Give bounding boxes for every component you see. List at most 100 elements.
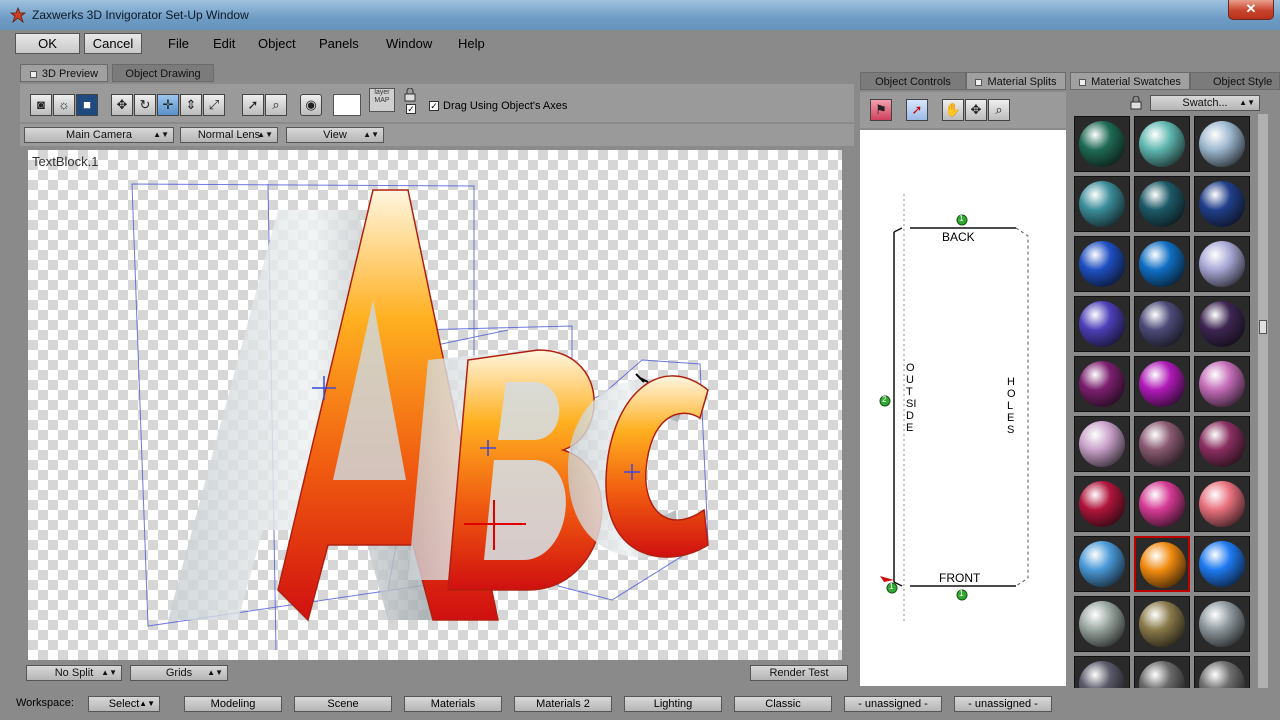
material-swatch[interactable]	[1194, 416, 1250, 472]
menu-help[interactable]: Help	[458, 36, 485, 51]
material-swatch[interactable]	[1194, 536, 1250, 592]
material-swatch[interactable]	[1074, 296, 1130, 352]
zoom-icon[interactable]: ⌕	[265, 94, 287, 116]
split-marker-front[interactable]: 1	[959, 589, 963, 598]
split-label-holes: HOLES	[1007, 376, 1016, 436]
object-cube-icon[interactable]: ■	[76, 94, 98, 116]
swatch-grid	[1070, 114, 1258, 688]
material-swatch[interactable]	[1074, 116, 1130, 172]
material-swatch[interactable]	[1134, 656, 1190, 688]
material-sphere	[1199, 121, 1245, 167]
material-swatch[interactable]	[1074, 176, 1130, 232]
rotate-icon[interactable]: ↻	[134, 94, 156, 116]
material-swatch[interactable]	[1194, 476, 1250, 532]
scale-icon[interactable]: ⤢	[203, 94, 225, 116]
background-color-swatch[interactable]	[333, 94, 361, 116]
material-swatch[interactable]	[1074, 656, 1130, 688]
pointer-icon[interactable]: ➚	[242, 94, 264, 116]
material-swatch[interactable]	[1074, 236, 1130, 292]
material-swatch[interactable]	[1134, 296, 1190, 352]
material-swatch[interactable]	[1074, 356, 1130, 412]
workspace-unassigned-2-button[interactable]: - unassigned -	[954, 696, 1052, 712]
material-swatch[interactable]	[1194, 656, 1250, 688]
3d-viewport[interactable]: TextBlock.1	[28, 150, 842, 660]
workspace-scene-button[interactable]: Scene	[294, 696, 392, 712]
material-swatch[interactable]	[1134, 176, 1190, 232]
material-swatch[interactable]	[1074, 596, 1130, 652]
material-splits-canvas[interactable]: BACK FRONT OUTSIDE HOLES 1 1 2 1	[860, 130, 1066, 686]
move-z-icon[interactable]: ⇕	[180, 94, 202, 116]
close-button[interactable]: ✕	[1228, 0, 1274, 20]
select-pointer-icon[interactable]: ➚	[906, 99, 928, 121]
workspace-modeling-button[interactable]: Modeling	[184, 696, 282, 712]
lock-icon	[404, 88, 416, 102]
split-marker-back[interactable]: 1	[959, 214, 963, 223]
split-dropdown[interactable]: No Split ▲▼	[26, 665, 122, 681]
material-swatch[interactable]	[1194, 596, 1250, 652]
swatch-dropdown[interactable]: Swatch... ▲▼	[1150, 95, 1260, 111]
material-swatch[interactable]	[1134, 416, 1190, 472]
camera-dropdown[interactable]: Main Camera ▲▼	[24, 127, 174, 143]
material-swatch[interactable]	[1134, 116, 1190, 172]
camera-icon[interactable]: ◙	[30, 94, 52, 116]
view-dropdown[interactable]: View ▲▼	[286, 127, 384, 143]
hand-icon[interactable]: ✋	[942, 99, 964, 121]
scrollbar-thumb[interactable]	[1259, 320, 1267, 334]
material-swatch[interactable]	[1194, 296, 1250, 352]
material-swatch[interactable]	[1194, 116, 1250, 172]
lens-dropdown[interactable]: Normal Lens ▲▼	[180, 127, 278, 143]
material-swatch[interactable]	[1134, 536, 1190, 592]
tab-material-swatches[interactable]: Material Swatches	[1070, 72, 1190, 90]
workspace-materials-button[interactable]: Materials	[404, 696, 502, 712]
tab-object-style[interactable]: Object Style	[1190, 72, 1280, 90]
material-sphere	[1199, 361, 1245, 407]
split-marker-outside[interactable]: 2	[882, 395, 886, 404]
move-xy-icon[interactable]: ✛	[157, 94, 179, 116]
tab-object-drawing[interactable]: Object Drawing	[112, 64, 214, 82]
cancel-button[interactable]: Cancel	[84, 33, 142, 54]
material-sphere	[1079, 601, 1125, 647]
menu-edit[interactable]: Edit	[213, 36, 235, 51]
workspace-select-dropdown[interactable]: Select ▲▼	[88, 696, 160, 712]
material-swatch[interactable]	[1194, 176, 1250, 232]
material-swatch[interactable]	[1134, 236, 1190, 292]
split-label-front: FRONT	[939, 571, 981, 585]
ok-button[interactable]: OK	[15, 33, 80, 54]
material-sphere	[1199, 601, 1245, 647]
material-swatch[interactable]	[1134, 356, 1190, 412]
render-test-button[interactable]: Render Test	[750, 665, 848, 681]
tab-object-controls[interactable]: Object Controls	[860, 72, 966, 90]
material-swatch[interactable]	[1134, 476, 1190, 532]
lock-icon	[1130, 96, 1142, 110]
workspace-lighting-button[interactable]: Lighting	[624, 696, 722, 712]
drag-axes-checkbox[interactable]: ✓	[429, 101, 439, 111]
layer-map-button[interactable]: layer MAP	[369, 88, 395, 112]
lock-checkbox[interactable]: ✓	[406, 104, 416, 114]
menu-panels[interactable]: Panels	[319, 36, 359, 51]
tab-3d-preview[interactable]: 3D Preview	[20, 64, 108, 82]
pan-icon[interactable]: ✥	[965, 99, 987, 121]
material-swatch[interactable]	[1074, 416, 1130, 472]
workspace-unassigned-1-button[interactable]: - unassigned -	[844, 696, 942, 712]
workspace-classic-button[interactable]: Classic	[734, 696, 832, 712]
workspace-materials2-button[interactable]: Materials 2	[514, 696, 612, 712]
menu-file[interactable]: File	[168, 36, 189, 51]
swatch-scrollbar[interactable]	[1258, 114, 1268, 688]
tab-material-splits[interactable]: Material Splits	[966, 72, 1066, 90]
menu-window[interactable]: Window	[386, 36, 432, 51]
menu-object[interactable]: Object	[258, 36, 296, 51]
material-swatch[interactable]	[1194, 236, 1250, 292]
magnify-icon[interactable]: ⌕	[988, 99, 1010, 121]
environment-icon[interactable]: ◉	[300, 94, 322, 116]
material-swatch[interactable]	[1134, 596, 1190, 652]
material-swatch[interactable]	[1074, 476, 1130, 532]
grids-dropdown[interactable]: Grids ▲▼	[130, 665, 228, 681]
material-swatch[interactable]	[1074, 536, 1130, 592]
split-tool-icon[interactable]: ⚑	[870, 99, 892, 121]
split-marker-corner[interactable]: 1	[889, 582, 893, 591]
material-sphere	[1079, 181, 1125, 227]
material-sphere	[1139, 361, 1185, 407]
move-icon[interactable]: ✥	[111, 94, 133, 116]
material-swatch[interactable]	[1194, 356, 1250, 412]
light-icon[interactable]: ☼	[53, 94, 75, 116]
